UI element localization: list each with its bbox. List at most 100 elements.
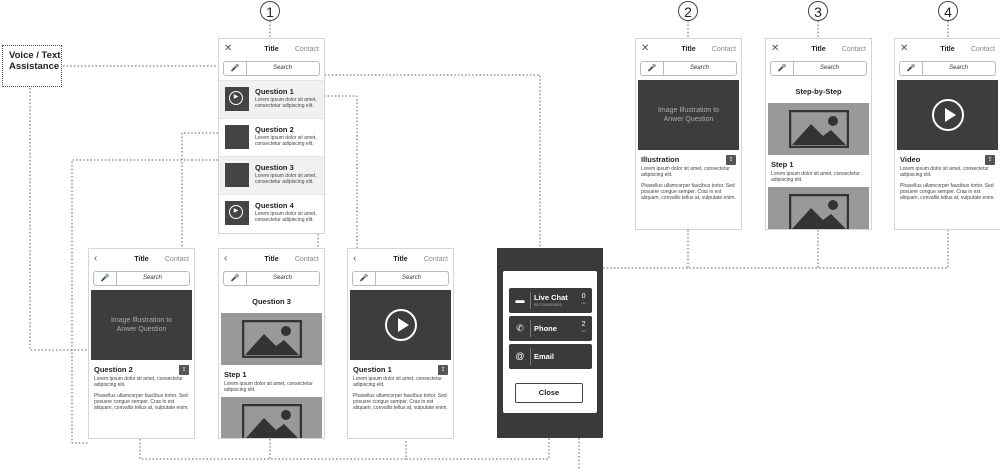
email-icon: @ xyxy=(515,351,525,361)
step-text: Lorem ipsum dolor sit amet, consectetur … xyxy=(771,171,860,183)
video-player[interactable] xyxy=(350,290,451,360)
phone-label: Phone xyxy=(534,324,557,333)
screen-step-by-step: ✕ Title Contact 🎤 Search Step-by-Step St… xyxy=(765,38,872,230)
question-item-4[interactable]: ▶ Question 4 Lorem ipsum dolor sit amet,… xyxy=(219,194,324,232)
screen-heading: Step-by-Step xyxy=(795,87,842,96)
screen-video: ✕ Title Contact 🎤 Search Video ⇪ Lorem i… xyxy=(894,38,1000,230)
contact-link[interactable]: Contact xyxy=(295,256,319,263)
live-chat-label: Live Chat xyxy=(534,293,568,302)
image-placeholder xyxy=(221,313,322,365)
step-text: Lorem ipsum dolor sit amet, consectetur … xyxy=(224,381,313,393)
image-placeholder xyxy=(768,187,869,229)
play-icon: ▶ xyxy=(229,91,243,105)
answer-text-more: Phasellus ullamcorper faucibus tortor. S… xyxy=(94,393,189,411)
live-chat-button[interactable]: ▬ Live Chat RECOMMENDED 0 min xyxy=(509,288,592,313)
screen-question-3: ‹ Title Contact 🎤 Search Question 3 Step… xyxy=(218,248,325,439)
microphone-icon[interactable]: 🎤 xyxy=(641,62,664,75)
microphone-icon[interactable]: 🎤 xyxy=(900,62,923,75)
screen-illustration: ✕ Title Contact 🎤 Search Image Illustrat… xyxy=(635,38,742,230)
play-icon: ▶ xyxy=(229,205,243,219)
step-title: Step 1 xyxy=(771,160,794,169)
email-button[interactable]: @ Email xyxy=(509,344,592,369)
search-placeholder: Search xyxy=(819,65,839,71)
image-icon xyxy=(788,194,849,229)
share-icon[interactable]: ⇪ xyxy=(438,365,448,375)
contact-dialog: ▬ Live Chat RECOMMENDED 0 min ✆ Phone 2 mi… xyxy=(503,271,597,413)
chat-icon: ▬ xyxy=(515,295,525,305)
search-placeholder: Search xyxy=(142,275,162,281)
share-icon[interactable]: ⇪ xyxy=(985,155,995,165)
step-marker-4: 4 xyxy=(938,1,958,21)
screen-question-2: ‹ Title Contact 🎤 Search Image Illustrat… xyxy=(88,248,195,439)
question-description: Lorem ipsum dolor sit amet, consectetur … xyxy=(255,211,317,223)
video-thumbnail: ▶ xyxy=(225,201,249,225)
share-icon[interactable]: ⇪ xyxy=(179,365,189,375)
contact-link[interactable]: Contact xyxy=(971,46,995,53)
contact-link[interactable]: Contact xyxy=(295,46,319,53)
wait-number: 2 xyxy=(581,321,586,328)
share-icon[interactable]: ⇪ xyxy=(726,155,736,165)
wait-unit: min xyxy=(581,301,586,305)
search-bar[interactable]: 🎤 Search xyxy=(352,271,449,286)
search-placeholder: Search xyxy=(272,275,292,281)
question-item-1[interactable]: ▶ Question 1 Lorem ipsum dolor sit amet,… xyxy=(219,80,324,118)
image-placeholder xyxy=(221,397,322,438)
screen-heading: Question 3 xyxy=(252,297,291,306)
microphone-icon[interactable]: 🎤 xyxy=(94,272,117,285)
contact-link[interactable]: Contact xyxy=(842,46,866,53)
search-placeholder: Search xyxy=(401,275,421,281)
illustration-placeholder: Image Illustration to Anwer Question xyxy=(638,80,739,150)
video-thumbnail: ▶ xyxy=(225,87,249,111)
divider xyxy=(530,320,531,337)
question-description: Lorem ipsum dolor sit amet, consectetur … xyxy=(255,97,317,109)
illustration-placeholder: Image Illustration to Anwer Question xyxy=(91,290,192,360)
question-title: Question 1 xyxy=(255,87,294,96)
contact-link[interactable]: Contact xyxy=(712,46,736,53)
play-icon[interactable] xyxy=(931,99,964,131)
microphone-icon[interactable]: 🎤 xyxy=(224,272,247,285)
answer-text-more: Phasellus ullamcorper faucibus tortor. S… xyxy=(641,183,736,201)
video-player[interactable] xyxy=(897,80,998,150)
phone-wait: 2 min xyxy=(581,321,586,335)
step-marker-3: 3 xyxy=(808,1,828,21)
microphone-icon[interactable]: 🎤 xyxy=(771,62,794,75)
image-thumbnail xyxy=(225,125,249,149)
step-marker-2: 2 xyxy=(678,1,698,21)
live-chat-sublabel: RECOMMENDED xyxy=(534,303,563,307)
step-title: Step 1 xyxy=(224,370,247,379)
wait-unit: min xyxy=(581,329,586,333)
screen-question-list: ✕ Title Contact 🎤 Search ▶ Question 1 Lo… xyxy=(218,38,325,234)
search-bar[interactable]: 🎤 Search xyxy=(93,271,190,286)
search-placeholder: Search xyxy=(689,65,709,71)
image-icon xyxy=(788,110,849,148)
microphone-icon[interactable]: 🎤 xyxy=(224,62,247,75)
question-title: Question 3 xyxy=(255,163,294,172)
question-title: Question 4 xyxy=(255,201,294,210)
image-placeholder xyxy=(768,103,869,155)
contact-link[interactable]: Contact xyxy=(424,256,448,263)
search-bar[interactable]: 🎤 Search xyxy=(770,61,867,76)
search-bar[interactable]: 🎤 Search xyxy=(640,61,737,76)
answer-text-more: Phasellus ullamcorper faucibus tortor. S… xyxy=(900,183,995,201)
play-icon[interactable] xyxy=(384,309,417,341)
question-description: Lorem ipsum dolor sit amet, consectetur … xyxy=(255,135,317,147)
search-bar[interactable]: 🎤 Search xyxy=(223,271,320,286)
search-bar[interactable]: 🎤 Search xyxy=(899,61,996,76)
wait-number: 0 xyxy=(581,293,586,300)
answer-text: Lorem ipsum dolor sit amet, consectetur … xyxy=(900,166,989,178)
contact-link[interactable]: Contact xyxy=(165,256,189,263)
question-title: Question 2 xyxy=(255,125,294,134)
search-bar[interactable]: 🎤 Search xyxy=(223,61,320,76)
email-label: Email xyxy=(534,352,555,361)
question-item-3[interactable]: Question 3 Lorem ipsum dolor sit amet, c… xyxy=(219,156,324,194)
screen-question-1: ‹ Title Contact 🎤 Search Question 1 ⇪ Lo… xyxy=(347,248,454,439)
microphone-icon[interactable]: 🎤 xyxy=(353,272,376,285)
phone-button[interactable]: ✆ Phone 2 min xyxy=(509,316,592,341)
question-item-2[interactable]: Question 2 Lorem ipsum dolor sit amet, c… xyxy=(219,118,324,156)
answer-text-more: Phasellus ullamcorper faucibus tortor. S… xyxy=(353,393,448,411)
voice-text-assistance-note: Voice / Text Assistance xyxy=(2,45,62,87)
answer-text: Lorem ipsum dolor sit amet, consectetur … xyxy=(641,166,730,178)
divider xyxy=(530,292,531,309)
close-button[interactable]: Close xyxy=(515,383,583,403)
answer-text: Lorem ipsum dolor sit amet, consectetur … xyxy=(94,376,183,388)
